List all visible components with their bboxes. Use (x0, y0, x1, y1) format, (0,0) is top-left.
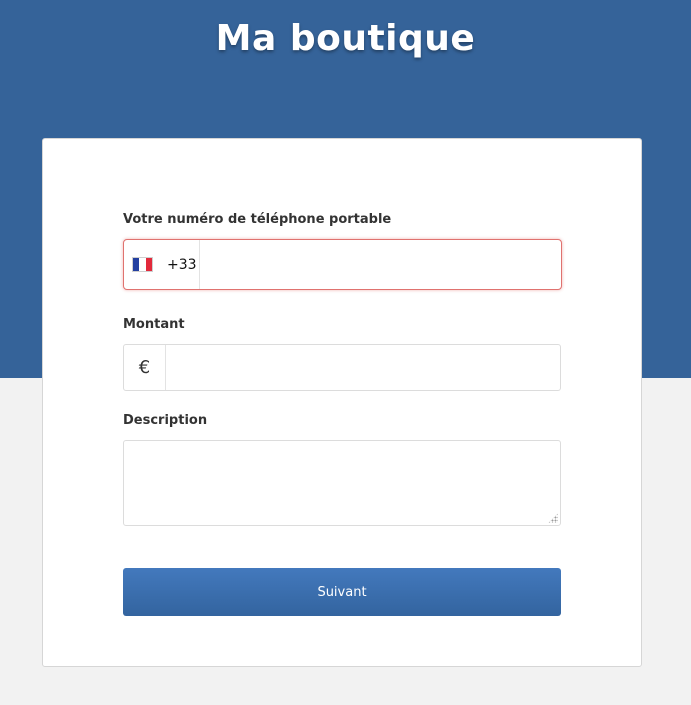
shop-title: Ma boutique (215, 18, 476, 59)
description-textarea[interactable] (123, 440, 561, 526)
description-label: Description (123, 413, 208, 428)
page: Ma boutique Votre numéro de téléphone po… (0, 0, 691, 705)
dial-code: +33 (167, 256, 197, 273)
amount-field-group: € (123, 344, 561, 391)
country-code-selector[interactable]: +33 (124, 240, 200, 289)
next-button[interactable]: Suivant (123, 568, 561, 616)
phone-label: Votre numéro de téléphone portable (123, 212, 392, 227)
phone-field-group: +33 (123, 239, 562, 290)
euro-icon: € (124, 345, 166, 390)
phone-input[interactable] (200, 240, 561, 289)
amount-input[interactable] (166, 345, 560, 390)
france-flag-icon (132, 257, 153, 272)
amount-label: Montant (123, 317, 185, 332)
payment-form-card: Votre numéro de téléphone portable +33 M… (42, 138, 642, 667)
